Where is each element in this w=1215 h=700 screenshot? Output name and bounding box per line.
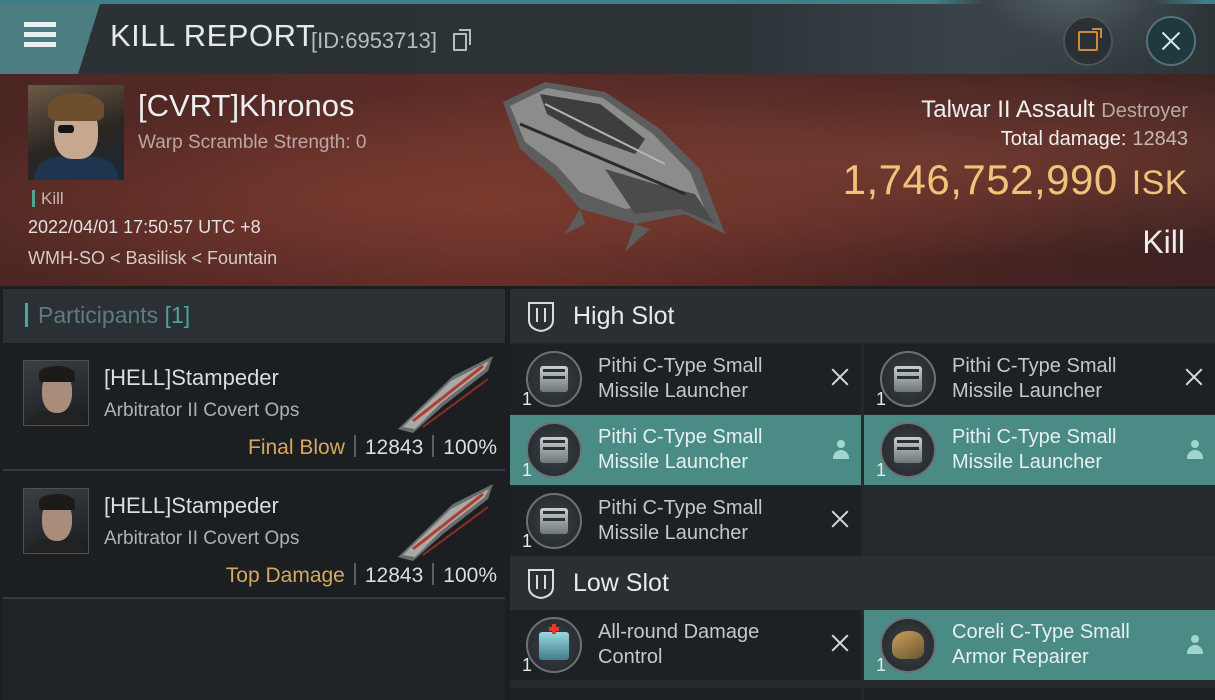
top-bar: KILL REPORT [ID:6953713]: [0, 0, 1215, 74]
participant-label: Final Blow: [248, 436, 345, 459]
dropped-person-icon: [833, 440, 849, 460]
dropped-person-icon: [1187, 635, 1203, 655]
page-title: KILL REPORT: [110, 18, 316, 53]
module-item[interactable]: 1 Pithi C-Type Small Missile Launcher: [864, 415, 1215, 485]
participant-ship-image[interactable]: [393, 479, 503, 564]
isk-unit: ISK: [1131, 164, 1188, 202]
participant-label: Top Damage: [225, 564, 345, 587]
participant-name[interactable]: [HELL]Stampeder: [104, 365, 279, 391]
missile-launcher-icon: [880, 351, 936, 407]
module-item-partial[interactable]: [864, 688, 1215, 700]
module-item[interactable]: 1 Pithi C-Type Small Missile Launcher: [864, 344, 1215, 414]
close-button[interactable]: [1146, 16, 1196, 66]
victim-avatar[interactable]: [28, 85, 124, 180]
hamburger-icon: [24, 22, 56, 48]
warp-scramble-strength: Warp Scramble Strength: 0: [138, 132, 367, 153]
total-damage-value: 12843: [1132, 128, 1188, 150]
participant-ship: Arbitrator II Covert Ops: [104, 528, 300, 549]
menu-button[interactable]: [0, 4, 100, 74]
copy-icon[interactable]: [453, 29, 471, 51]
participant-stats: Final Blow 12843 100%: [248, 435, 497, 460]
participants-panel: Participants [1] [HELL]Stampeder Arbitra…: [3, 289, 505, 700]
kill-tag: Kill: [32, 190, 64, 207]
missile-launcher-icon: [526, 351, 582, 407]
armor-repairer-icon: [880, 617, 936, 673]
participant-percent: 100%: [443, 436, 497, 459]
victim-name[interactable]: [CVRT]Khronos: [138, 88, 355, 124]
fitting-panel: High Slot 1 Pithi C-Type Small Missile L…: [510, 289, 1215, 700]
module-name: Pithi C-Type Small Missile Launcher: [598, 497, 763, 544]
ship-class: Destroyer: [1101, 100, 1188, 122]
destroyed-icon: [831, 634, 849, 652]
damage-control-icon: [526, 617, 582, 673]
victim-ship-image[interactable]: [485, 74, 735, 259]
high-slot-title: High Slot: [573, 302, 675, 330]
ship-name-text: Talwar II Assault: [921, 96, 1095, 123]
victim-ship-name[interactable]: Talwar II Assault Destroyer: [921, 96, 1188, 124]
module-name: Coreli C-Type Small Armor Repairer: [952, 621, 1130, 668]
participant-ship: Arbitrator II Covert Ops: [104, 400, 300, 421]
high-slot-header: High Slot: [510, 289, 1215, 343]
destroyed-icon: [831, 368, 849, 386]
isk-value: 1,746,752,990 ISK: [843, 156, 1188, 204]
isk-amount: 1,746,752,990: [842, 156, 1118, 203]
module-quantity: 1: [522, 389, 533, 409]
module-quantity: 1: [522, 460, 533, 480]
module-item[interactable]: 1 Pithi C-Type Small Missile Launcher: [510, 344, 861, 414]
participant-ship-image[interactable]: [393, 351, 503, 436]
module-quantity: 1: [522, 531, 533, 551]
low-slot-header: Low Slot: [510, 556, 1215, 610]
low-slot-title: Low Slot: [573, 569, 669, 597]
module-name: Pithi C-Type Small Missile Launcher: [952, 355, 1117, 402]
participant-percent: 100%: [443, 564, 497, 587]
module-item[interactable]: 1 All-round Damage Control: [510, 610, 861, 680]
module-quantity: 1: [876, 655, 887, 675]
participant-name[interactable]: [HELL]Stampeder: [104, 493, 279, 519]
low-slot-icon: [528, 569, 554, 599]
total-damage: Total damage: 12843: [1001, 128, 1188, 151]
participant-avatar[interactable]: [23, 360, 89, 426]
participant-avatar[interactable]: [23, 488, 89, 554]
participant-row[interactable]: [HELL]Stampeder Arbitrator II Covert Ops…: [3, 343, 505, 471]
module-item[interactable]: 1 Coreli C-Type Small Armor Repairer: [864, 610, 1215, 680]
victim-banner: [CVRT]Khronos Warp Scramble Strength: 0 …: [0, 74, 1215, 286]
module-item[interactable]: 1 Pithi C-Type Small Missile Launcher: [510, 486, 861, 556]
kill-location[interactable]: WMH-SO < Basilisk < Fountain: [28, 248, 277, 269]
module-quantity: 1: [876, 389, 887, 409]
participant-stats: Top Damage 12843 100%: [226, 563, 497, 588]
participant-row[interactable]: [HELL]Stampeder Arbitrator II Covert Ops…: [3, 471, 505, 599]
module-quantity: 1: [522, 655, 533, 675]
dropped-person-icon: [1187, 440, 1203, 460]
total-damage-label: Total damage:: [1000, 128, 1127, 150]
module-item[interactable]: 1 Pithi C-Type Small Missile Launcher: [510, 415, 861, 485]
participants-count: [1]: [164, 302, 191, 328]
participants-title-text: Participants: [38, 302, 159, 328]
missile-launcher-icon: [526, 422, 582, 478]
module-name: All-round Damage Control: [598, 621, 760, 668]
kill-datetime: 2022/04/01 17:50:57 UTC +8: [28, 217, 261, 237]
participant-damage: 12843: [364, 436, 424, 459]
destroyed-icon: [1185, 368, 1203, 386]
missile-launcher-icon: [526, 493, 582, 549]
module-name: Pithi C-Type Small Missile Launcher: [952, 426, 1117, 473]
module-name: Pithi C-Type Small Missile Launcher: [598, 426, 763, 473]
participants-title: Participants [1]: [25, 303, 190, 327]
module-name: Pithi C-Type Small Missile Launcher: [598, 355, 763, 402]
result-label: Kill: [1142, 224, 1185, 260]
participant-damage: 12843: [364, 564, 424, 587]
report-id: [ID:6953713]: [311, 28, 437, 53]
module-quantity: 1: [876, 460, 887, 480]
missile-launcher-icon: [880, 422, 936, 478]
share-button[interactable]: [1063, 16, 1113, 66]
high-slot-icon: [528, 302, 554, 332]
module-item-partial[interactable]: [510, 688, 861, 700]
participants-header: Participants [1]: [3, 289, 505, 343]
destroyed-icon: [831, 510, 849, 528]
